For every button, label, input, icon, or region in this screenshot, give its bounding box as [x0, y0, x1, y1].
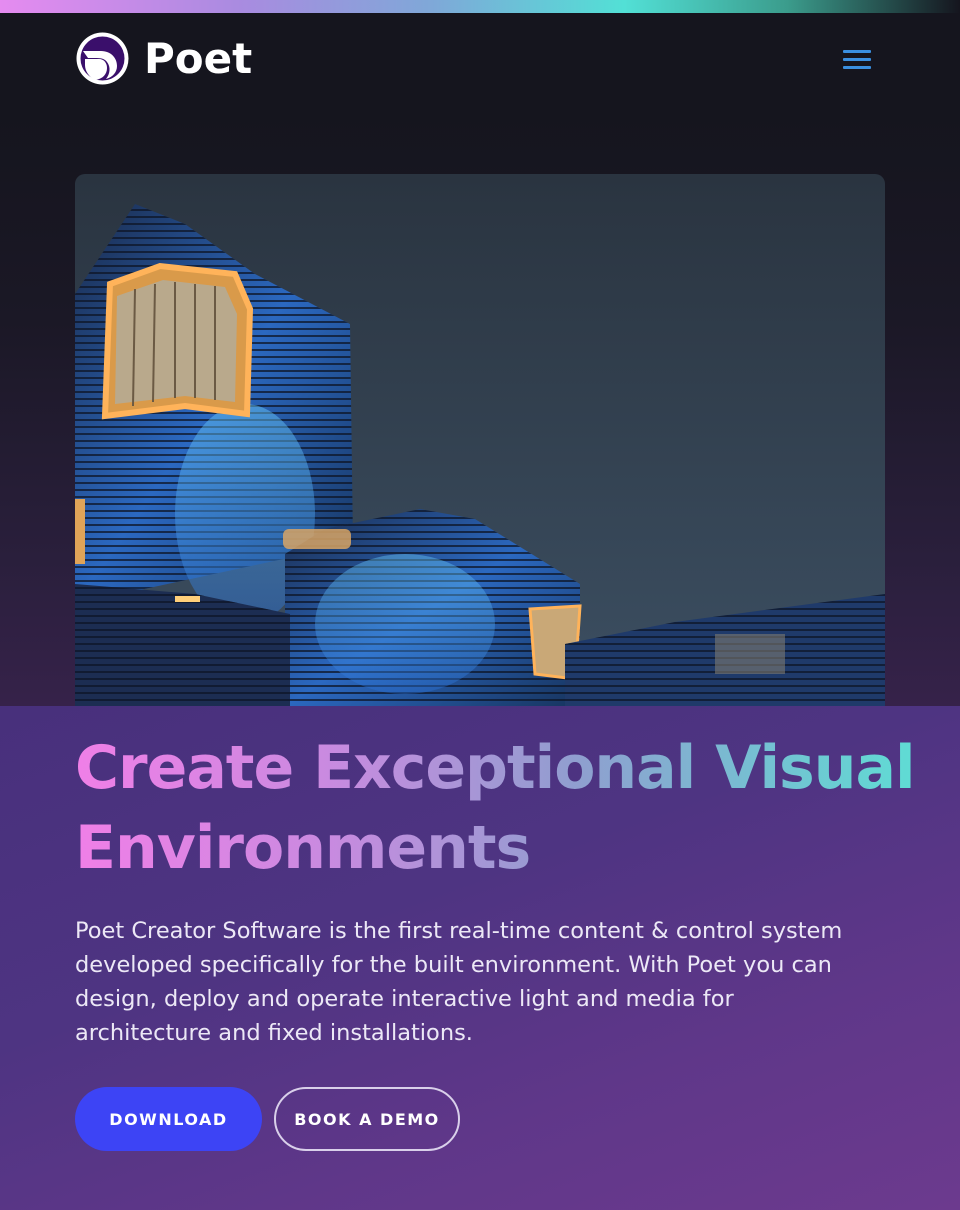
building-illustration	[75, 174, 885, 706]
brand-name: Poet	[144, 34, 253, 83]
hero-description: Poet Creator Software is the first real-…	[75, 918, 843, 1046]
book-demo-button[interactable]: BOOK A DEMO	[274, 1087, 460, 1151]
headline-line-2: Environments	[75, 813, 531, 883]
headline-line-1: Create Exceptional Visual	[75, 733, 915, 803]
site-header: Poet	[0, 13, 960, 113]
hero-image	[75, 174, 885, 706]
poet-logo-icon	[76, 32, 129, 85]
download-button[interactable]: DOWNLOAD	[75, 1087, 262, 1151]
brand-logo[interactable]: Poet	[75, 31, 252, 86]
top-gradient-bar	[0, 0, 960, 13]
hamburger-menu-icon[interactable]	[843, 50, 871, 72]
hero-headline: Create Exceptional Visual Environments	[75, 728, 915, 888]
